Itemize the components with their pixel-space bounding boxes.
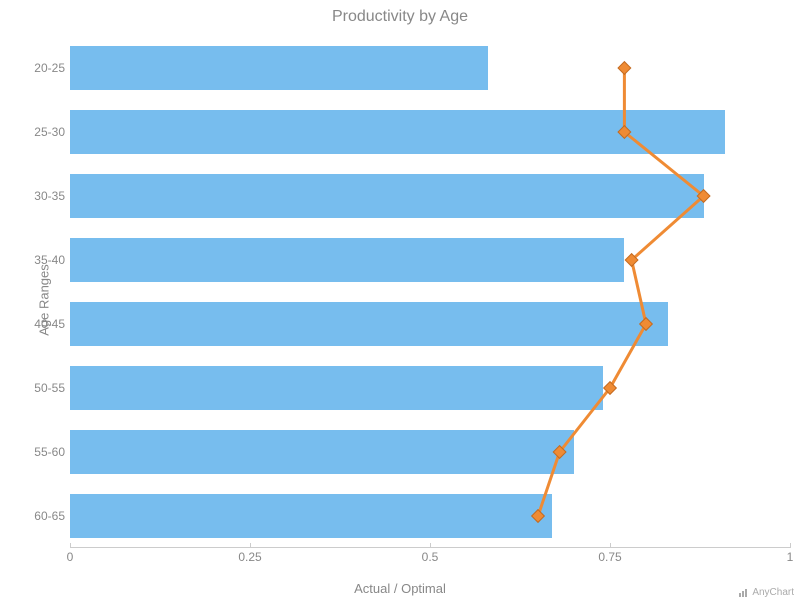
category-label: 35-40 — [25, 253, 65, 267]
category-label: 50-55 — [25, 381, 65, 395]
bar-row: 20-25 — [70, 36, 790, 100]
category-label: 40-45 — [25, 317, 65, 331]
bar-chart-icon — [739, 589, 749, 597]
category-label: 30-35 — [25, 189, 65, 203]
bar — [70, 366, 603, 410]
bar-row: 60-65 — [70, 484, 790, 548]
bar-row: 30-35 — [70, 164, 790, 228]
bar — [70, 110, 725, 154]
bar-row: 50-55 — [70, 356, 790, 420]
x-tick-label: 0.75 — [598, 550, 621, 564]
bar-row: 40-45 — [70, 292, 790, 356]
bar — [70, 238, 624, 282]
x-tick-mark — [790, 543, 791, 548]
credit-text: AnyChart — [752, 587, 794, 598]
bar — [70, 430, 574, 474]
bar — [70, 46, 488, 90]
x-axis-label: Actual / Optimal — [0, 581, 800, 596]
bar-row: 35-40 — [70, 228, 790, 292]
x-tick-label: 1 — [787, 550, 794, 564]
bar — [70, 302, 668, 346]
x-tick-label: 0.5 — [422, 550, 439, 564]
chart-container: Productivity by Age Age Ranges Actual / … — [0, 0, 800, 600]
category-label: 55-60 — [25, 445, 65, 459]
chart-title: Productivity by Age — [0, 8, 800, 26]
bar — [70, 174, 704, 218]
bar-row: 25-30 — [70, 100, 790, 164]
bar-row: 55-60 — [70, 420, 790, 484]
credit-anychart: AnyChart — [739, 587, 794, 598]
category-label: 25-30 — [25, 125, 65, 139]
x-tick-label: 0.25 — [238, 550, 261, 564]
bar — [70, 494, 552, 538]
plot-area: 00.250.50.751 20-2525-3030-3535-4040-455… — [70, 36, 790, 564]
category-label: 20-25 — [25, 61, 65, 75]
category-label: 60-65 — [25, 509, 65, 523]
x-tick-label: 0 — [67, 550, 74, 564]
